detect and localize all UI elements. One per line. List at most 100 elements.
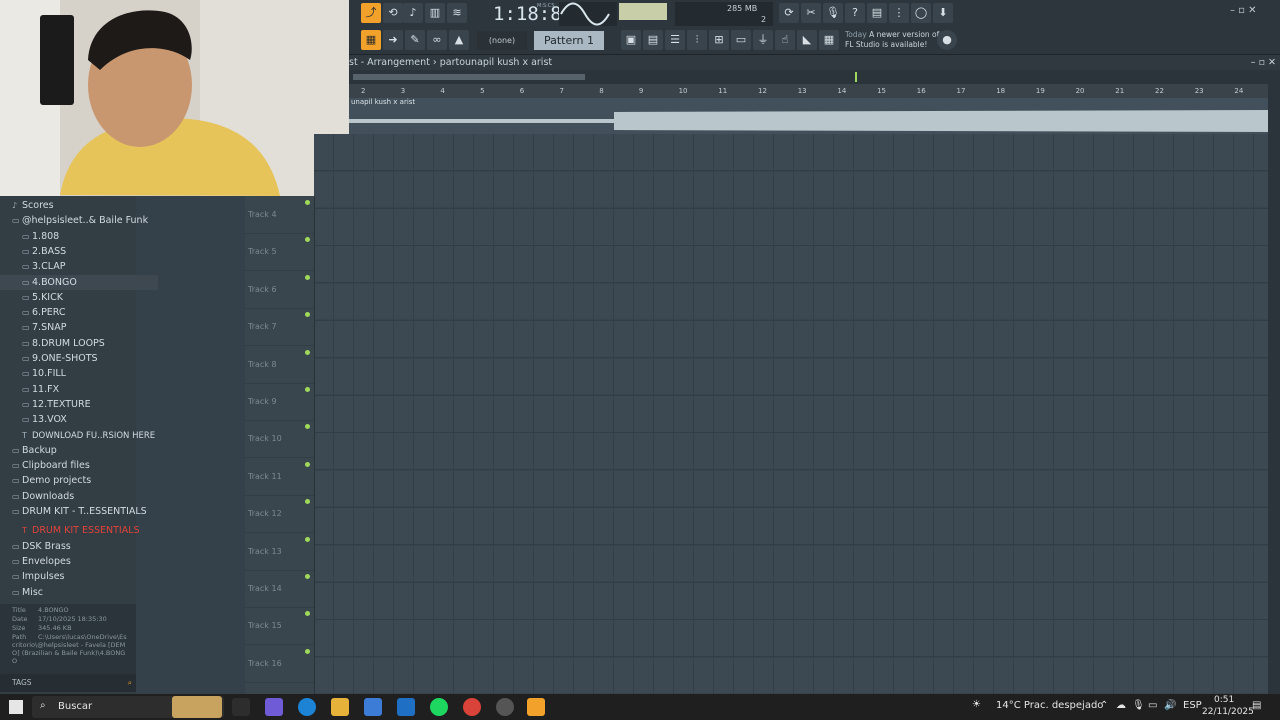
browser-item[interactable]: T DOWNLOAD FU..RSION HERE [0, 428, 158, 443]
horizontal-overview-scroll[interactable] [349, 70, 1280, 84]
pencil-icon[interactable]: ✎ [405, 30, 425, 50]
save-icon[interactable]: ▤ [867, 3, 887, 23]
windows-start-icon[interactable] [9, 700, 23, 714]
browser-item[interactable]: ▭ 8.DRUM LOOPS [0, 336, 158, 351]
browser-item[interactable]: ▭ 3.CLAP [0, 259, 158, 274]
touch-icon[interactable]: ☝ [775, 30, 795, 50]
oscilloscope-monitor[interactable] [559, 2, 617, 26]
mixer-view-icon[interactable]: ⫶ [687, 30, 707, 50]
browser-item[interactable]: ▭ Misc [0, 585, 148, 600]
track-mute-led[interactable] [305, 574, 310, 579]
browser-item[interactable]: ▭ DRUM KIT - T..ESSENTIALS [0, 504, 148, 519]
browser-item[interactable]: ▭ Downloads [0, 489, 148, 504]
snap-icon[interactable]: ⤴ [361, 3, 381, 23]
clock-time[interactable]: 0:51 [1214, 695, 1234, 705]
news-panel[interactable]: Today A newer version of FL Studio is av… [845, 30, 941, 50]
track-header[interactable]: Track 5 [245, 233, 314, 272]
track-header[interactable]: Track 12 [245, 495, 314, 534]
obs-icon[interactable] [496, 698, 514, 716]
copilot-icon[interactable] [265, 698, 283, 716]
browser-item[interactable]: ▭ 4.BONGO [0, 274, 158, 290]
chrome-icon[interactable] [463, 698, 481, 716]
piano-roll-icon[interactable]: ▤ [643, 30, 663, 50]
vertical-scrollbar[interactable] [1268, 84, 1280, 694]
track-mute-led[interactable] [305, 274, 310, 280]
network-icon[interactable]: ▭ [1148, 700, 1157, 711]
track-mute-led[interactable] [305, 237, 310, 243]
countdown-icon[interactable]: ≋ [447, 3, 467, 23]
store-icon[interactable] [364, 698, 382, 716]
news-icon[interactable]: ▦ [819, 30, 839, 50]
project-name[interactable]: partounapil kush x arist [440, 57, 552, 68]
browser-item[interactable]: ▭ Backup [0, 443, 148, 458]
track-mute-led[interactable] [305, 536, 310, 542]
browser-item[interactable]: ▭ 9.ONE-SHOTS [0, 351, 158, 366]
tray-arrow-icon[interactable]: ⌃ [1100, 700, 1108, 711]
browser-item[interactable]: ▭ Impulses [0, 569, 148, 584]
audio-clip-track[interactable]: unapil kush x arist [349, 98, 1268, 134]
browser-item[interactable]: ▭ 12.TEXTURE [0, 397, 158, 412]
browser-item[interactable]: ♪ Scores [0, 198, 148, 213]
browser-item[interactable]: ▭ 7.SNAP [0, 320, 158, 335]
channel-rack-icon[interactable]: ▣ [621, 30, 641, 50]
outlook-icon[interactable] [397, 698, 415, 716]
track-header[interactable]: Track 15 [245, 607, 314, 646]
plugin-picker-icon[interactable]: ⊞ [709, 30, 729, 50]
undo-history-icon[interactable]: ⟳ [779, 3, 799, 23]
stamp-icon[interactable]: ▲ [449, 30, 469, 50]
scroll-thumb[interactable] [353, 74, 585, 80]
spotify-icon[interactable] [430, 698, 448, 716]
clock-date[interactable]: 22/11/2025 [1202, 707, 1254, 717]
chat-icon[interactable]: ◯ [911, 3, 931, 23]
help-icon[interactable]: ? [845, 3, 865, 23]
track-header[interactable]: Track 8 [245, 346, 314, 384]
fl-logo-icon[interactable]: ● [937, 30, 957, 50]
track-header[interactable]: Track 10 [245, 420, 314, 459]
browser-item[interactable]: ▭ Demo projects [0, 473, 148, 488]
playlist-icon[interactable]: ▦ [361, 30, 381, 50]
browser-item[interactable]: ▭ Clipboard files [0, 458, 148, 473]
microphone-icon[interactable]: 🎙 [823, 3, 843, 23]
track-mute-led[interactable] [305, 648, 310, 654]
taskbar-search[interactable]: ⌕ Buscar [32, 696, 224, 718]
language-indicator[interactable]: ESP [1183, 700, 1202, 711]
fl-studio-taskbar-icon[interactable] [527, 698, 545, 716]
playlist-grid[interactable] [314, 134, 1268, 694]
step-edit-icon[interactable]: ♪ [403, 3, 423, 23]
plug-icon[interactable]: ⏚ [753, 30, 773, 50]
mixer-icon[interactable]: ⋮ [889, 3, 909, 23]
arrow-right-icon[interactable]: ➜ [383, 30, 403, 50]
browser-item[interactable]: T DRUM KIT ESSENTIALS [0, 523, 158, 538]
track-header[interactable]: Track 13 [245, 533, 314, 571]
browser-item[interactable]: ▭ @helpsisleet..& Baile Funk) [0, 213, 148, 228]
download-icon[interactable]: ⬇ [933, 3, 953, 23]
search-icon[interactable]: ⌕ [128, 674, 132, 692]
link-icon[interactable]: ∞ [427, 30, 447, 50]
browser-item[interactable]: ▭ 10.FILL [0, 366, 158, 381]
track-mute-led[interactable] [305, 499, 310, 505]
notification-icon[interactable]: ▤ [1252, 700, 1261, 711]
track-mute-led[interactable] [305, 387, 310, 392]
track-header[interactable]: Track 4 [245, 196, 314, 234]
tags-bar[interactable]: TAGS ⌕ [0, 674, 136, 692]
browser-icon[interactable]: ☰ [665, 30, 685, 50]
timeline-ruler[interactable]: 2 3 4 5 6 7 8 9 10 11 12 13 14 15 16 17 18 19 20 21 22 23 24 [349, 84, 1268, 98]
window-controls[interactable]: – ▫ ✕ [1230, 5, 1280, 21]
playhead-marker[interactable] [855, 72, 857, 82]
track-header[interactable]: Track 7 [245, 308, 314, 347]
file-explorer-icon[interactable] [331, 698, 349, 716]
track-mute-led[interactable] [305, 424, 310, 430]
track-header[interactable]: Track 9 [245, 383, 314, 421]
track-header[interactable]: Track 14 [245, 570, 314, 608]
pattern-selector[interactable]: Pattern 1 [534, 31, 604, 50]
master-volume-meter[interactable] [619, 3, 667, 20]
browser-item[interactable]: ▭ 2.BASS [0, 244, 158, 259]
loop-record-icon[interactable]: ⟲ [383, 3, 403, 23]
track-mute-led[interactable] [305, 312, 310, 318]
track-mute-led[interactable] [305, 611, 310, 617]
weather-text[interactable]: 14°C Prac. despejado [996, 700, 1103, 711]
mic-icon[interactable]: 🎙 [1132, 700, 1145, 711]
browser-item[interactable]: ▭ 5.KICK [0, 290, 158, 305]
task-view-icon[interactable] [232, 698, 250, 716]
metronome-icon[interactable]: ◣ [797, 30, 817, 50]
